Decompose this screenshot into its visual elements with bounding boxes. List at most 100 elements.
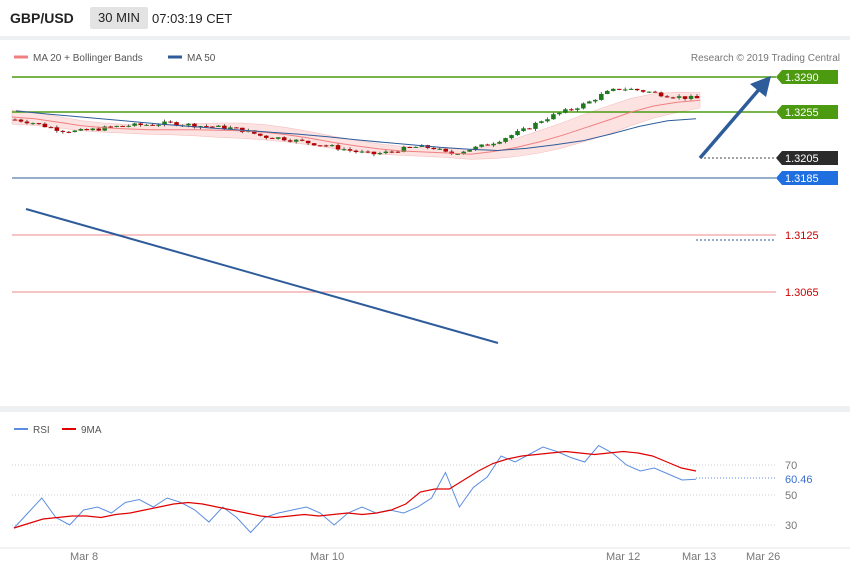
rsi-tick-30: 30 xyxy=(785,520,797,532)
candle-down xyxy=(96,128,102,131)
rsi-tick-50: 50 xyxy=(785,490,797,502)
ma20-legend-label: MA 20 + Bollinger Bands xyxy=(33,53,143,64)
research-credit: Research © 2019 Trading Central xyxy=(691,53,840,64)
candle-down xyxy=(640,90,646,92)
candle-up xyxy=(132,123,137,126)
candle-down xyxy=(670,97,676,99)
candle-down xyxy=(311,143,317,146)
tag-1-3255: 1.3255 xyxy=(776,105,838,119)
rsi-line xyxy=(13,444,697,534)
candle-up xyxy=(563,109,568,113)
candle-up xyxy=(479,144,484,147)
candle-down xyxy=(652,91,658,93)
candle-up xyxy=(126,125,131,127)
candle-up xyxy=(275,137,281,139)
rsi-ma-legend-label: 9MA xyxy=(81,425,102,436)
candle-down xyxy=(694,96,700,99)
candle-up xyxy=(587,101,592,104)
candle-up xyxy=(509,135,514,139)
rsi-current-value: 60.46 xyxy=(785,474,813,486)
candle-up xyxy=(581,103,586,109)
tag-text-1-3065: 1.3065 xyxy=(785,287,819,299)
candle-up xyxy=(467,149,472,152)
candle-down xyxy=(443,148,449,152)
x-tick-mar10: Mar 10 xyxy=(310,551,344,563)
tag-text-1-3290: 1.3290 xyxy=(785,72,819,84)
candle-up xyxy=(604,90,610,94)
candle-down xyxy=(36,123,42,125)
tag-text-1-3125: 1.3125 xyxy=(785,230,819,242)
candle-up xyxy=(628,88,634,90)
candle-up xyxy=(383,151,389,154)
candle-up xyxy=(491,143,496,146)
candle-up xyxy=(521,128,526,132)
forecast-arrow xyxy=(698,84,764,160)
candle-down xyxy=(407,146,413,148)
bollinger-area xyxy=(11,91,701,160)
candle-down xyxy=(485,144,490,146)
candle-down xyxy=(323,145,329,147)
candle-down xyxy=(48,127,54,129)
candle-up xyxy=(90,128,96,131)
candle-up xyxy=(437,148,443,150)
candle-up xyxy=(533,122,538,129)
candle-up xyxy=(377,153,383,155)
tag-1-3065: 1.3065 xyxy=(780,285,838,299)
candle-down xyxy=(365,151,371,153)
candle-down xyxy=(305,140,311,144)
candle-down xyxy=(120,125,125,127)
candle-up xyxy=(114,125,119,127)
candle-up xyxy=(216,125,221,127)
candle-down xyxy=(371,151,377,155)
candle-up xyxy=(413,146,419,148)
candle-down xyxy=(168,121,173,123)
tag-text-1-3205: 1.3205 xyxy=(785,153,819,165)
candle-up xyxy=(688,96,694,99)
rsi-tick-70: 70 xyxy=(785,460,797,472)
candle-down xyxy=(658,92,664,97)
candle-up xyxy=(293,139,299,142)
candle-down xyxy=(616,88,622,90)
candle-up xyxy=(575,108,580,110)
candle-up xyxy=(593,99,598,102)
candle-down xyxy=(66,131,72,133)
price-chart: MA 20 + Bollinger Bands MA 50 Research ©… xyxy=(0,53,850,563)
candle-down xyxy=(204,126,209,128)
tag-1-3125: 1.3125 xyxy=(780,228,838,242)
candle-up xyxy=(622,89,628,91)
candle-up xyxy=(557,112,562,115)
candle-up xyxy=(144,124,149,126)
candle-down xyxy=(664,96,670,98)
candle-down xyxy=(84,129,90,131)
candle-up xyxy=(156,124,161,126)
x-tick-mar26: Mar 26 xyxy=(746,551,780,563)
candle-down xyxy=(281,137,287,141)
tag-1-3185: 1.3185 xyxy=(776,171,838,185)
candle-up xyxy=(78,129,84,131)
candle-down xyxy=(234,127,239,129)
candle-down xyxy=(634,88,640,91)
candle-up xyxy=(545,119,550,122)
candle-down xyxy=(258,133,263,136)
candle-up xyxy=(329,145,335,147)
candle-down xyxy=(682,96,688,99)
x-tick-mar12: Mar 12 xyxy=(606,551,640,563)
candle-up xyxy=(341,149,347,151)
candle-up xyxy=(102,126,108,131)
candle-down xyxy=(389,151,395,153)
candle-down xyxy=(269,137,275,139)
candle-up xyxy=(676,96,682,98)
x-tick-mar13: Mar 13 xyxy=(682,551,716,563)
rsi-ma-line xyxy=(13,450,697,529)
candle-down xyxy=(263,135,269,138)
candle-down xyxy=(108,126,113,128)
candle-up xyxy=(599,93,604,100)
candle-up xyxy=(646,91,652,93)
trend-line xyxy=(25,208,499,344)
candle-down xyxy=(54,127,60,131)
candle-up xyxy=(539,121,544,123)
rsi-legend-label: RSI xyxy=(33,425,50,436)
ma50-legend-label: MA 50 xyxy=(187,53,216,64)
candle-down xyxy=(395,151,401,153)
candle-up xyxy=(497,141,502,144)
